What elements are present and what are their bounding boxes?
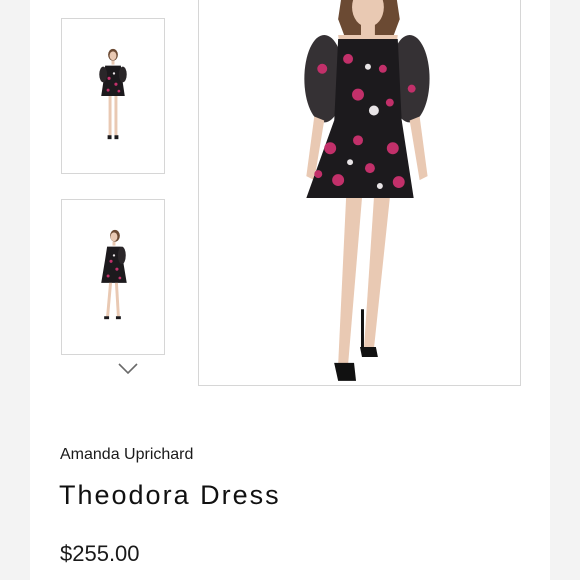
product-price: $255.00 [60,541,140,566]
main-product-image[interactable] [198,0,521,386]
thumbnail-side-view[interactable] [61,199,165,355]
model-front-large-image [304,0,430,381]
model-side-thumbnail-image [101,229,127,320]
product-title: Theodora Dress [59,480,281,510]
model-front-thumbnail-image [99,48,127,140]
chevron-down-icon[interactable] [113,358,143,380]
product-brand[interactable]: Amanda Uprichard [60,446,193,464]
thumbnail-front-view[interactable] [61,18,165,174]
